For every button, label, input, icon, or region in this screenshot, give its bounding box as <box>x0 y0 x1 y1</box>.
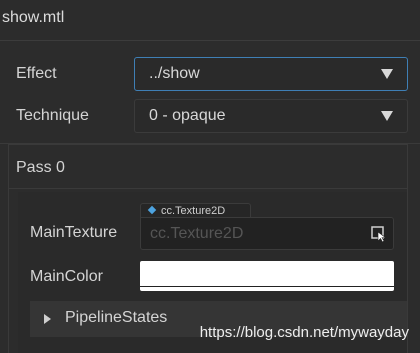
chevron-down-icon <box>381 69 393 79</box>
watermark-text: https://blog.csdn.net/mywayday <box>199 324 409 341</box>
main-texture-field[interactable]: cc.Texture2D <box>140 217 394 250</box>
pass-divider <box>9 188 407 189</box>
pass-title: Pass 0 <box>16 159 65 176</box>
main-color-label: MainColor <box>30 268 103 285</box>
texture-type-text: cc.Texture2D <box>161 205 226 217</box>
header-divider <box>0 40 420 41</box>
chevron-down-icon <box>381 111 393 121</box>
effect-label: Effect <box>16 65 57 82</box>
technique-dropdown[interactable]: 0 - opaque <box>134 99 408 133</box>
texture-type-tag: cc.Texture2D <box>140 203 251 218</box>
main-color-swatch[interactable] <box>140 261 394 291</box>
asset-type-icon <box>147 205 157 215</box>
main-texture-label: MainTexture <box>30 224 118 241</box>
main-texture-placeholder: cc.Texture2D <box>150 224 244 242</box>
technique-dropdown-value: 0 - opaque <box>149 107 226 124</box>
effect-dropdown-value: ../show <box>149 65 200 82</box>
effect-dropdown[interactable]: ../show <box>134 57 408 91</box>
alpha-bar <box>140 286 394 287</box>
file-title: show.mtl <box>2 9 65 26</box>
cursor-select-icon[interactable] <box>371 226 387 242</box>
expand-arrow-icon[interactable] <box>44 314 51 324</box>
pipeline-states-label: PipelineStates <box>65 309 168 326</box>
technique-label: Technique <box>16 107 89 124</box>
